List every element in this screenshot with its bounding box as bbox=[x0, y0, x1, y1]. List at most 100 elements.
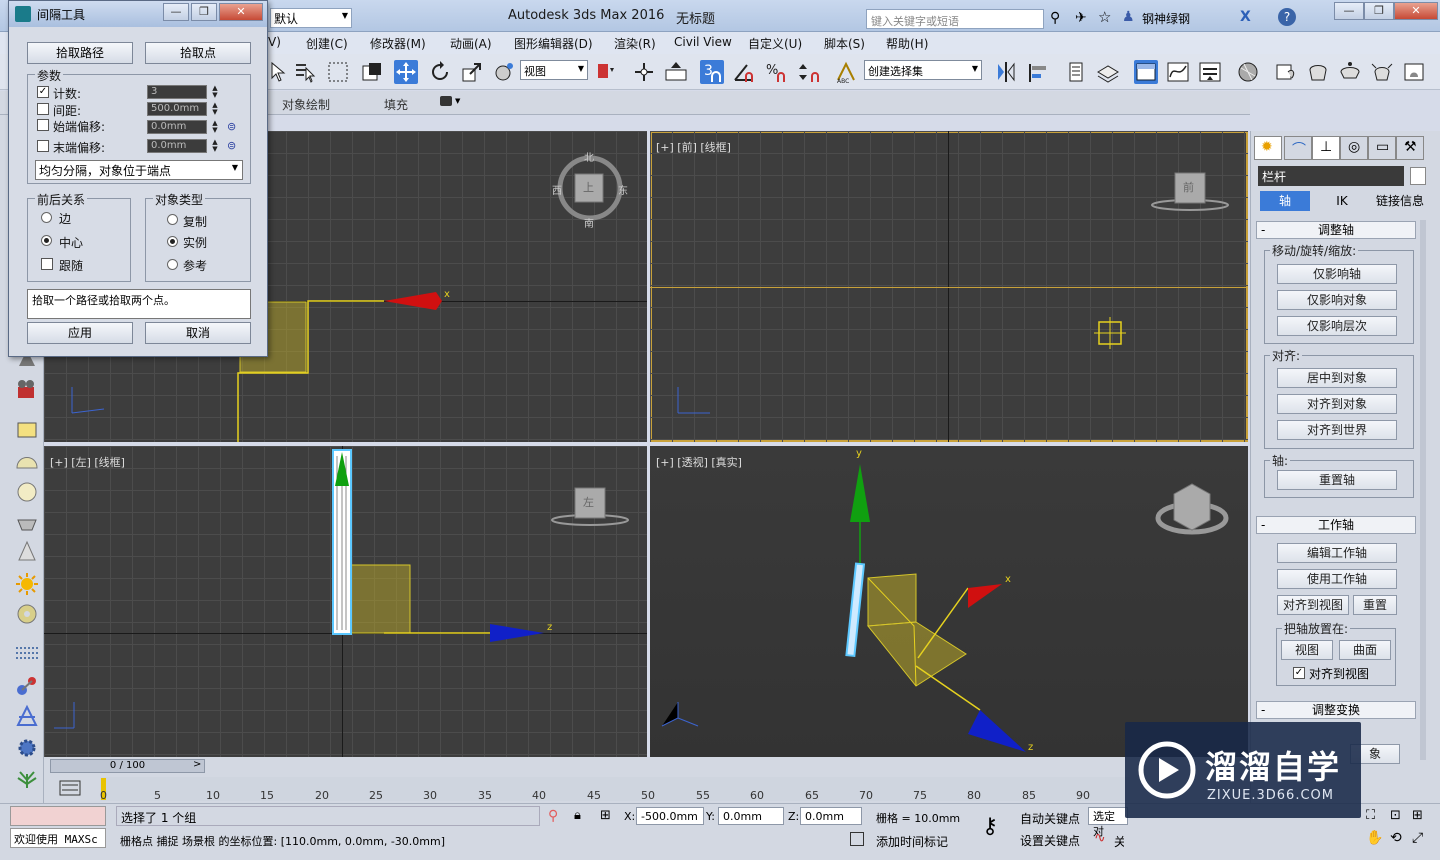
time-slider[interactable]: 0 / 100 bbox=[50, 759, 205, 773]
camera-icon[interactable] bbox=[14, 378, 40, 402]
render-setup-icon[interactable] bbox=[1274, 60, 1298, 84]
named-selection-dropdown[interactable]: 创建选择集 ▼ bbox=[864, 60, 982, 80]
dialog-title-bar[interactable]: 间隔工具 — ❐ ✕ bbox=[9, 1, 267, 27]
viewport-left[interactable]: [+] [左] [线框] z 左 bbox=[44, 446, 647, 757]
tab-ik[interactable]: IK bbox=[1316, 191, 1368, 211]
auto-key-button[interactable]: 自动关键点 bbox=[1020, 810, 1080, 827]
lock-icon[interactable]: 🔒︎ bbox=[574, 808, 581, 823]
viewport-front[interactable]: [+] [前] [线框] 前 bbox=[650, 131, 1248, 442]
next-frame-icon[interactable]: > bbox=[193, 759, 201, 770]
render-iterative-icon[interactable] bbox=[1370, 60, 1394, 84]
rollout-working-pivot[interactable]: - 工作轴 bbox=[1256, 516, 1416, 534]
window-crossing-icon[interactable] bbox=[360, 60, 384, 84]
gear-icon[interactable] bbox=[14, 736, 40, 760]
utilities-tab-icon[interactable]: ⚒ bbox=[1396, 136, 1424, 160]
exchange-icon[interactable]: X bbox=[1240, 9, 1251, 25]
select-object-icon[interactable] bbox=[268, 60, 292, 84]
align-to-view-checkbox[interactable]: ✓ bbox=[1293, 667, 1305, 679]
dialog-maximize-button[interactable]: ❐ bbox=[191, 3, 217, 21]
menu-item-civil-view[interactable]: Civil View bbox=[674, 35, 732, 49]
spacing-field[interactable]: 500.0mm bbox=[147, 102, 207, 116]
pan-icon[interactable]: ✋ bbox=[1366, 830, 1383, 846]
help-icon[interactable]: ? bbox=[1278, 8, 1296, 26]
zoom-region-icon[interactable]: ⊞ bbox=[1412, 808, 1423, 823]
end-offset-field[interactable]: 0.0mm bbox=[147, 139, 207, 153]
maximize-viewport-icon[interactable]: ⤢ bbox=[1412, 830, 1423, 846]
pivot-center-icon[interactable] bbox=[594, 60, 618, 84]
select-and-manipulate-icon[interactable] bbox=[632, 60, 656, 84]
absolute-mode-icon[interactable]: ⊞ bbox=[600, 808, 611, 823]
orbit-icon[interactable]: ⟲ bbox=[1390, 830, 1402, 846]
bone-icon[interactable] bbox=[14, 674, 40, 698]
panel-scrollbar[interactable] bbox=[1420, 220, 1426, 760]
create-tab-icon[interactable]: ✹ bbox=[1254, 136, 1282, 160]
rendered-frame-icon[interactable] bbox=[1306, 60, 1330, 84]
affect-pivot-only-button[interactable]: 仅影响轴 bbox=[1277, 264, 1397, 284]
rectangle-selection-icon[interactable] bbox=[326, 60, 350, 84]
count-spinner-icon[interactable]: ▲ ▼ bbox=[211, 85, 219, 99]
follow-checkbox[interactable] bbox=[41, 258, 53, 270]
type-copy-radio[interactable] bbox=[167, 214, 178, 225]
x-coord-field[interactable]: -500.0mm bbox=[636, 807, 704, 825]
edit-working-pivot-button[interactable]: 编辑工作轴 bbox=[1277, 543, 1397, 563]
menu-item-rendering[interactable]: 渲染(R) bbox=[614, 35, 656, 52]
spacing-checkbox[interactable] bbox=[37, 103, 49, 115]
search-input[interactable]: 键入关键字或短语 bbox=[866, 9, 1044, 29]
menu-item-customize[interactable]: 自定义(U) bbox=[748, 35, 802, 52]
object-name-field[interactable]: 栏杆 bbox=[1258, 166, 1404, 186]
user-icon[interactable]: ♟ bbox=[1122, 9, 1135, 25]
menu-item-view[interactable]: V) bbox=[268, 35, 281, 49]
count-field[interactable]: 3 bbox=[147, 85, 207, 99]
viewcube-face[interactable] bbox=[1173, 483, 1211, 531]
key-filters-button[interactable]: 关键点过滤器... bbox=[1114, 833, 1124, 850]
pick-points-button[interactable]: 拾取点 bbox=[145, 42, 251, 64]
time-tag-icon[interactable] bbox=[850, 832, 864, 846]
active-shade-icon[interactable] bbox=[1402, 60, 1426, 84]
align-to-object-button[interactable]: 对齐到对象 bbox=[1277, 394, 1397, 414]
snaps-toggle-icon[interactable]: 3 bbox=[700, 60, 724, 84]
motion-tab-icon[interactable]: ◎ bbox=[1340, 136, 1368, 160]
select-by-name-icon[interactable] bbox=[294, 60, 318, 84]
sphere-icon[interactable] bbox=[14, 480, 40, 504]
toggle-ribbon-icon[interactable] bbox=[1134, 60, 1158, 84]
key-filter-curve-icon[interactable]: ∿ bbox=[1094, 830, 1106, 846]
plane-icon[interactable] bbox=[14, 418, 40, 442]
cone-icon[interactable] bbox=[14, 540, 40, 564]
menu-item-graph-editors[interactable]: 图形编辑器(D) bbox=[514, 35, 593, 52]
start-offset-checkbox[interactable] bbox=[37, 119, 49, 131]
chevron-down-icon[interactable]: ▼ bbox=[455, 97, 460, 105]
angle-snap-icon[interactable] bbox=[732, 60, 756, 84]
render-production-icon[interactable] bbox=[1338, 60, 1362, 84]
satellite-icon[interactable]: ✈ bbox=[1075, 10, 1087, 26]
z-coord-field[interactable]: 0.0mm bbox=[800, 807, 862, 825]
torus-icon[interactable] bbox=[14, 602, 40, 626]
star-icon[interactable]: ☆ bbox=[1098, 8, 1111, 26]
place-on-view-button[interactable]: 视图 bbox=[1281, 640, 1333, 660]
scene-explorer-icon[interactable] bbox=[1096, 60, 1120, 84]
key-icon[interactable]: ⚷ bbox=[982, 814, 998, 839]
pick-path-button[interactable]: 拾取路径 bbox=[27, 42, 133, 64]
rollout-adjust-pivot[interactable]: - 调整轴 bbox=[1256, 221, 1416, 239]
context-edges-radio[interactable] bbox=[41, 212, 52, 223]
mirror-icon[interactable] bbox=[994, 60, 1018, 84]
sun-icon[interactable] bbox=[14, 572, 40, 596]
menu-item-animation[interactable]: 动画(A) bbox=[450, 35, 492, 52]
move-icon[interactable] bbox=[394, 60, 418, 84]
biped-icon[interactable] bbox=[14, 704, 40, 728]
place-icon[interactable] bbox=[492, 60, 516, 84]
end-offset-checkbox[interactable] bbox=[37, 140, 49, 152]
type-reference-radio[interactable] bbox=[167, 259, 178, 270]
modify-tab-icon[interactable]: ⌒ bbox=[1284, 136, 1312, 160]
close-button[interactable]: ✕ bbox=[1394, 2, 1438, 20]
align-icon[interactable] bbox=[1026, 60, 1050, 84]
reset-button[interactable]: 重置 bbox=[1353, 595, 1397, 615]
tab-pivot[interactable]: 轴 bbox=[1260, 191, 1310, 211]
center-to-object-button[interactable]: 居中到对象 bbox=[1277, 368, 1397, 388]
mini-curve-editor-icon[interactable] bbox=[58, 779, 82, 797]
cancel-button[interactable]: 取消 bbox=[145, 322, 251, 344]
use-working-pivot-button[interactable]: 使用工作轴 bbox=[1277, 569, 1397, 589]
pin-icon[interactable]: ⚲ bbox=[548, 808, 558, 824]
distribution-dropdown[interactable]: 均匀分隔，对象位于端点 ▼ bbox=[35, 160, 243, 180]
menu-item-create[interactable]: 创建(C) bbox=[306, 35, 348, 52]
menu-item-help[interactable]: 帮助(H) bbox=[886, 35, 928, 52]
